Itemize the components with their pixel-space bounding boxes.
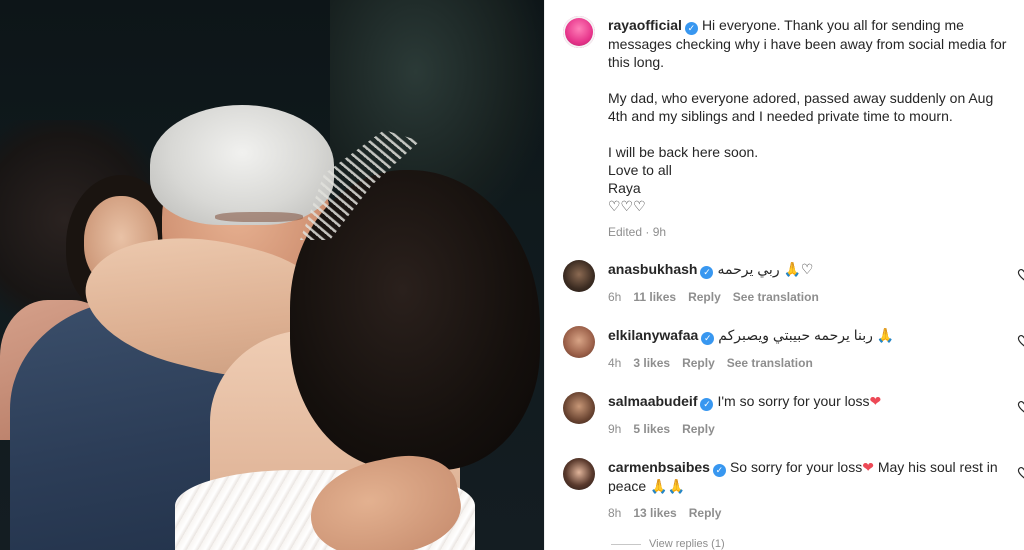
reply-button[interactable]: Reply: [682, 354, 715, 372]
verified-badge-icon: ✓: [701, 332, 715, 345]
comment: elkilanywafaa ✓ ربنا يرحمه حبيبتي ويصبركم …: [563, 326, 1024, 372]
comment-username[interactable]: salmaabudeif: [608, 393, 697, 409]
comment-text: ربي يرحمه 🙏♡: [717, 261, 814, 277]
heart-outline-icon[interactable]: [1017, 334, 1024, 347]
reply-button[interactable]: Reply: [688, 288, 721, 306]
view-replies-button[interactable]: View replies (1): [649, 538, 725, 550]
comment-text: I'm so sorry for your loss: [717, 393, 870, 409]
comment: salmaabudeif ✓ I'm so sorry for your loss❤…: [563, 392, 1024, 438]
caption-hearts: ♡♡♡: [608, 198, 646, 214]
avatar[interactable]: [563, 16, 595, 48]
heart-outline-icon[interactable]: [1017, 400, 1024, 413]
verified-badge-icon: ✓: [712, 464, 726, 477]
avatar[interactable]: [563, 458, 595, 490]
reply-button[interactable]: Reply: [689, 504, 722, 522]
comment-likes[interactable]: 13 likes: [633, 504, 676, 522]
comment-likes[interactable]: 11 likes: [633, 288, 676, 306]
post-username[interactable]: rayaofficial: [608, 17, 682, 33]
comment-likes[interactable]: 5 likes: [633, 420, 670, 438]
replies-divider: [611, 544, 641, 545]
caption-text-2: My dad, who everyone adored, passed away…: [608, 90, 994, 124]
man-brow: [215, 212, 303, 222]
comment-username[interactable]: anasbukhash: [608, 261, 697, 277]
heart-outline-icon[interactable]: [1017, 268, 1024, 281]
avatar[interactable]: [563, 326, 595, 358]
avatar[interactable]: [563, 260, 595, 292]
comments-panel: rayaofficial ✓ Hi everyone. Thank you all …: [544, 0, 1024, 550]
comment-time: 6h: [608, 290, 622, 304]
see-translation-button[interactable]: See translation: [733, 288, 819, 306]
comment-likes[interactable]: 3 likes: [633, 354, 670, 372]
verified-badge-icon: ✓: [700, 266, 714, 279]
comment-username[interactable]: elkilanywafaa: [608, 327, 698, 343]
comment-time: 8h: [608, 506, 622, 520]
comment: carmenbsaibes ✓ So sorry for your loss❤ Ma…: [563, 458, 1024, 522]
caption-text-3: I will be back here soon.: [608, 144, 759, 160]
caption-text-4: Love to all: [608, 162, 672, 178]
comment-time: 9h: [608, 422, 622, 436]
avatar[interactable]: [563, 392, 595, 424]
reply-button[interactable]: Reply: [682, 420, 715, 438]
verified-badge-icon: ✓: [684, 22, 698, 35]
see-translation-button[interactable]: See translation: [727, 354, 813, 372]
caption-text-5: Raya: [608, 180, 641, 196]
post-time: 9h: [652, 225, 667, 239]
man-hair: [150, 105, 334, 225]
heart-outline-icon[interactable]: [1017, 466, 1024, 479]
comment: anasbukhash ✓ ربي يرحمه 🙏♡ 6h 11 likes Rep…: [563, 260, 1024, 306]
comment-time: 4h: [608, 356, 622, 370]
red-heart-emoji: ❤: [862, 459, 874, 475]
red-heart-emoji: ❤: [869, 393, 882, 409]
comment-text-a: So sorry for your loss: [729, 459, 863, 475]
comment-text: ربنا يرحمه حبيبتي ويصبركم 🙏: [718, 327, 895, 343]
post-photo[interactable]: [0, 0, 544, 550]
verified-badge-icon: ✓: [700, 398, 714, 411]
comment-username[interactable]: carmenbsaibes: [608, 459, 710, 475]
post-caption: rayaofficial ✓ Hi everyone. Thank you all …: [563, 16, 1024, 241]
edited-label: Edited: [608, 225, 643, 239]
